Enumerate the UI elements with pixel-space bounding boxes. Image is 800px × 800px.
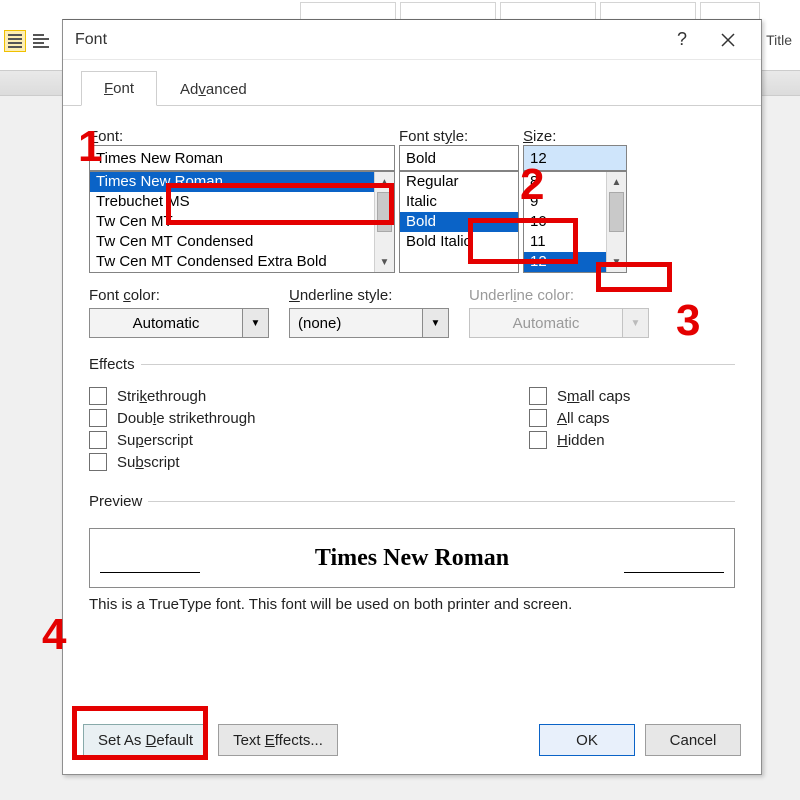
font-input[interactable] [89,145,395,171]
size-listbox[interactable]: 8 9 10 11 12 ▲ ▼ [523,171,627,273]
font-style-input[interactable] [399,145,519,171]
preview-legend: Preview [89,493,148,510]
effects-group: Effects Strikethrough Double strikethrou… [89,356,735,475]
effects-legend: Effects [89,356,141,373]
tab-advanced[interactable]: Advanced [157,72,270,106]
underline-style-label: Underline style: [289,287,449,304]
underline-color-dropdown: Automatic ▼ [469,308,649,338]
all-caps-label: All caps [557,410,610,427]
superscript-label: Superscript [117,432,193,449]
font-listbox[interactable]: Times New Roman Trebuchet MS Tw Cen MT T… [89,171,395,273]
scroll-down-icon[interactable]: ▼ [375,252,394,272]
help-button[interactable]: ? [659,24,705,56]
close-icon [721,33,735,47]
all-caps-checkbox[interactable] [529,409,547,427]
style-title-label: Title [766,32,792,48]
list-item[interactable]: Times New Roman [90,172,374,192]
scroll-up-icon[interactable]: ▲ [375,172,394,192]
dialog-titlebar[interactable]: Font ? [63,20,761,60]
size-label: Size: [523,128,627,145]
scrollbar[interactable]: ▲ ▼ [606,172,626,272]
size-input[interactable] [523,145,627,171]
close-button[interactable] [705,24,751,56]
font-color-value: Automatic [90,315,242,332]
font-description: This is a TrueType font. This font will … [89,596,735,613]
small-caps-label: Small caps [557,388,630,405]
small-caps-checkbox[interactable] [529,387,547,405]
scrollbar[interactable]: ▲ ▼ [374,172,394,272]
list-item[interactable]: 8 [524,172,606,192]
font-color-label: Font color: [89,287,269,304]
dialog-body: Font: Times New Roman Trebuchet MS Tw Ce… [63,106,761,714]
superscript-checkbox[interactable] [89,431,107,449]
paragraph-align-group [4,30,52,52]
hidden-checkbox[interactable] [529,431,547,449]
list-item[interactable]: Tw Cen MT Condensed Extra Bold [90,252,374,272]
list-item[interactable]: Italic [400,192,518,212]
preview-rule-right [624,572,724,573]
chevron-down-icon: ▼ [622,309,648,337]
strikethrough-label: Strikethrough [117,388,206,405]
preview-text: Times New Roman [315,545,509,572]
align-left-button[interactable] [30,30,52,52]
dialog-title: Font [75,31,659,49]
preview-group: Preview Times New Roman This is a TrueTy… [89,493,735,613]
preview-box: Times New Roman [89,528,735,588]
underline-color-value: Automatic [470,315,622,332]
scroll-thumb[interactable] [609,192,624,232]
subscript-label: Subscript [117,454,180,471]
hidden-label: Hidden [557,432,605,449]
set-as-default-button[interactable]: Set As Default [83,724,208,756]
double-strikethrough-label: Double strikethrough [117,410,255,427]
underline-style-value: (none) [290,315,422,332]
list-item[interactable]: 9 [524,192,606,212]
strikethrough-checkbox[interactable] [89,387,107,405]
double-strikethrough-checkbox[interactable] [89,409,107,427]
chevron-down-icon[interactable]: ▼ [242,309,268,337]
list-item[interactable]: Bold [400,212,518,232]
font-color-dropdown[interactable]: Automatic ▼ [89,308,269,338]
list-item[interactable]: 10 [524,212,606,232]
scroll-up-icon[interactable]: ▲ [607,172,626,192]
list-item[interactable]: Bold Italic [400,232,518,252]
scroll-thumb[interactable] [377,192,392,232]
scroll-down-icon[interactable]: ▼ [607,252,626,272]
subscript-checkbox[interactable] [89,453,107,471]
dialog-button-bar: Set As Default Text Effects... OK Cancel [63,714,761,774]
font-style-listbox[interactable]: Regular Italic Bold Bold Italic [399,171,519,273]
cancel-button[interactable]: Cancel [645,724,741,756]
list-item[interactable]: Trebuchet MS [90,192,374,212]
text-effects-button[interactable]: Text Effects... [218,724,338,756]
preview-rule-left [100,572,200,573]
list-item[interactable]: Tw Cen MT [90,212,374,232]
font-style-label: Font style: [399,128,519,145]
tab-font[interactable]: Font [81,71,157,106]
list-item[interactable]: Regular [400,172,518,192]
font-dialog: Font ? Font Advanced Font: Times New Rom… [62,19,762,775]
list-item[interactable]: 11 [524,232,606,252]
align-justify-button[interactable] [4,30,26,52]
underline-style-dropdown[interactable]: (none) ▼ [289,308,449,338]
chevron-down-icon[interactable]: ▼ [422,309,448,337]
list-item[interactable]: Tw Cen MT Condensed [90,232,374,252]
underline-color-label: Underline color: [469,287,649,304]
font-label: Font: [89,128,395,145]
tab-strip: Font Advanced [63,60,761,106]
list-item[interactable]: 12 [524,252,606,272]
ok-button[interactable]: OK [539,724,635,756]
